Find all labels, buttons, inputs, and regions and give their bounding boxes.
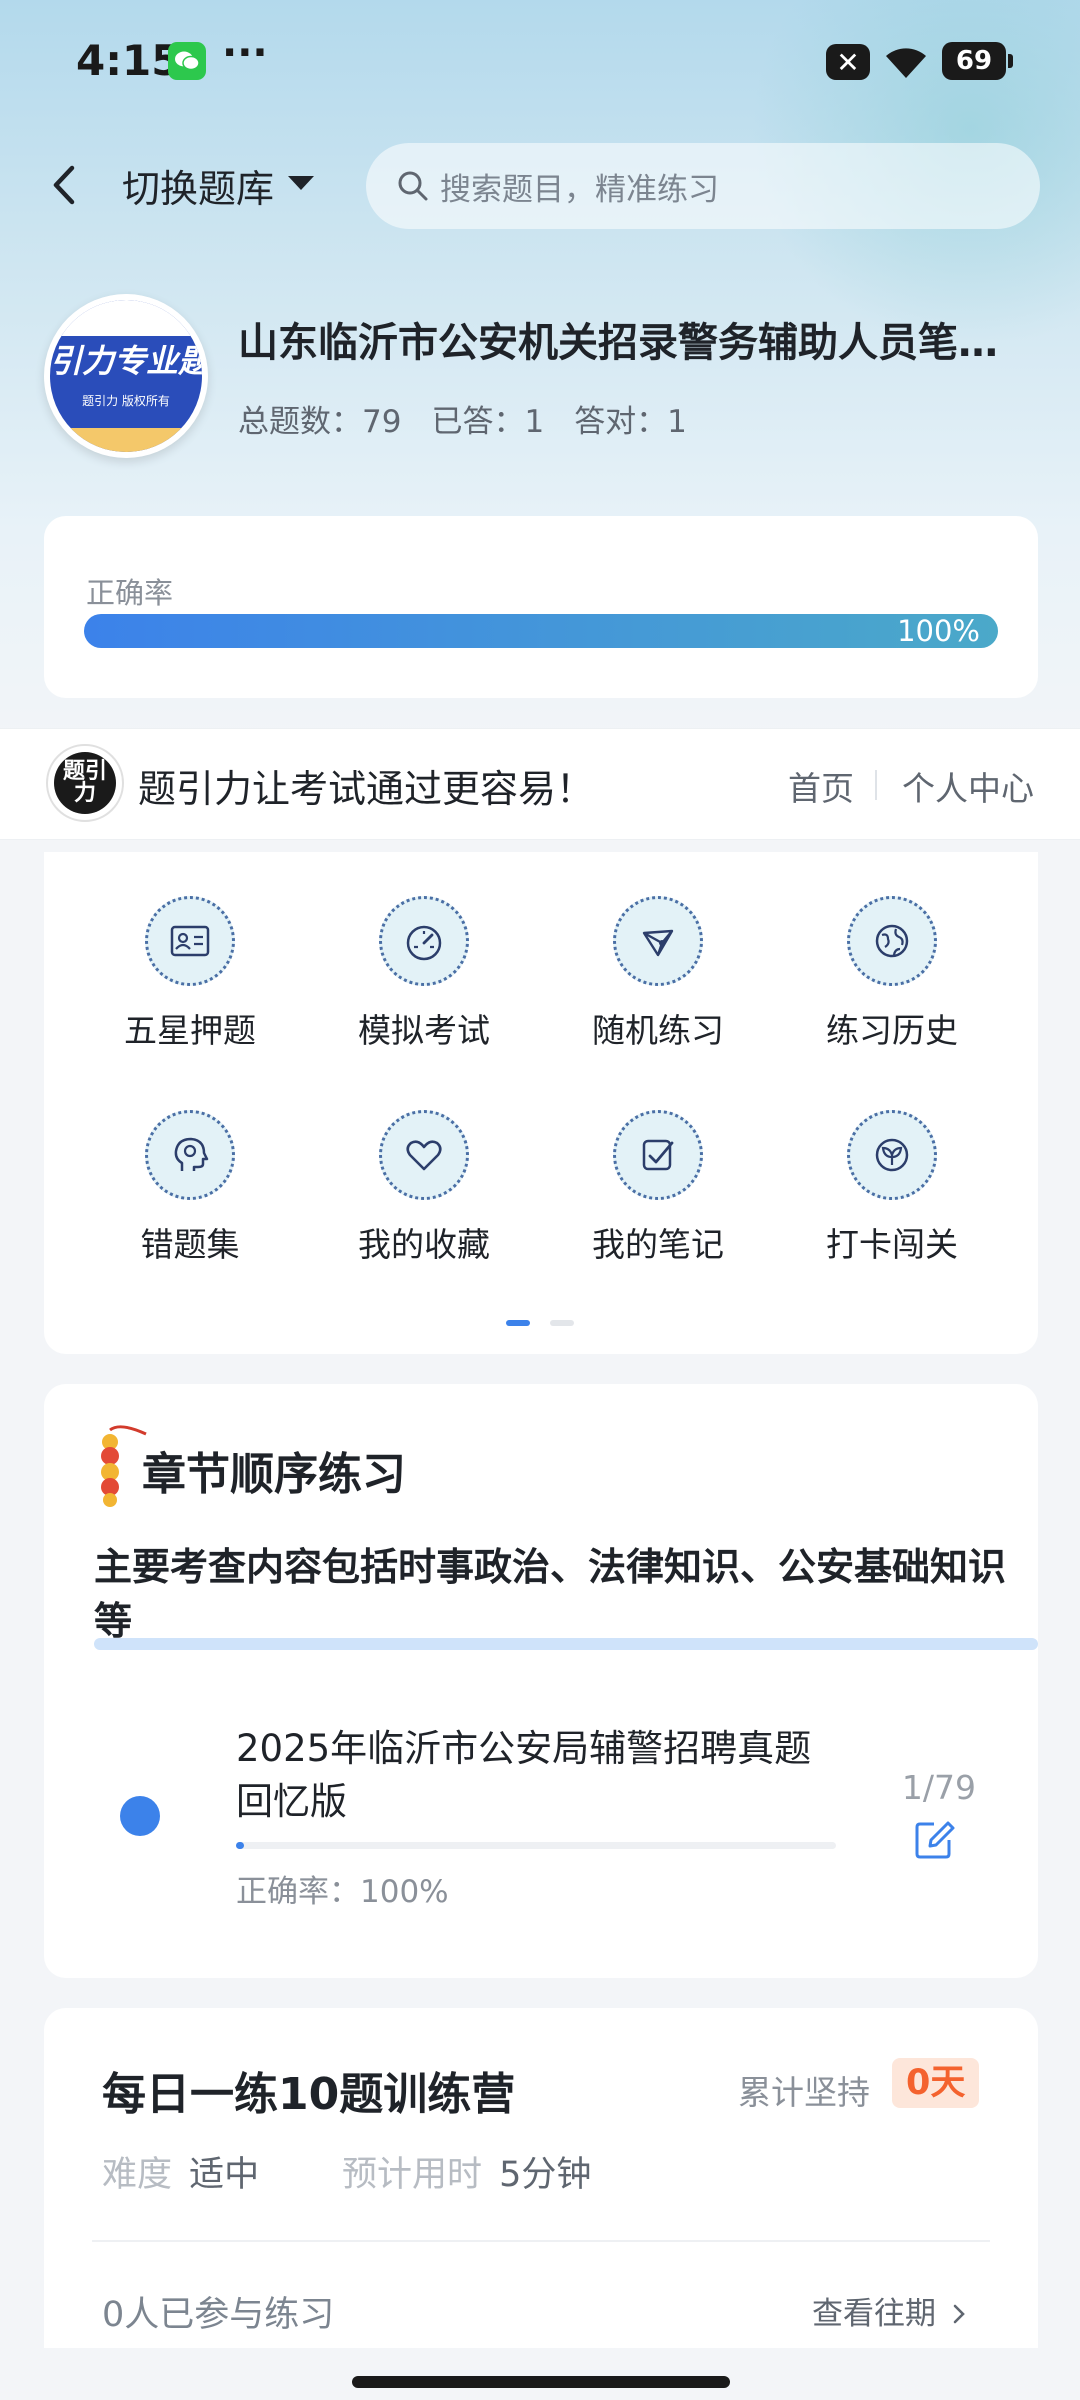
tile-check-in[interactable]: 打卡闯关 [792, 1110, 992, 1266]
difficulty: 难度 适中 [102, 2146, 259, 2197]
chapter-item-progress-fill [236, 1842, 244, 1849]
home-link[interactable]: 首页 [788, 762, 854, 810]
wifi-icon [882, 42, 930, 84]
globe-icon [847, 896, 937, 986]
tile-practice-history[interactable]: 练习历史 [792, 896, 992, 1052]
pager-dot-active[interactable] [506, 1320, 530, 1326]
answered-count: 已答：1 [431, 404, 545, 440]
caret-down-icon[interactable] [288, 176, 314, 190]
time-label: 预计用时 [342, 2155, 483, 2195]
network-icon [613, 896, 703, 986]
tile-label: 我的收藏 [358, 1225, 490, 1264]
tile-label: 随机练习 [592, 1011, 724, 1050]
tile-label: 错题集 [140, 1225, 240, 1264]
pager-dot[interactable] [550, 1320, 574, 1326]
tile-five-star[interactable]: 五星押题 [90, 896, 290, 1052]
streak-badge: 0天 [892, 2058, 980, 2108]
accuracy-value: 100% [897, 614, 980, 648]
note-check-icon [613, 1110, 703, 1200]
search-input[interactable]: 搜索题目，精准练习 [366, 143, 1040, 229]
tile-label: 五星押题 [124, 1011, 256, 1050]
time-value: 5分钟 [499, 2155, 592, 2195]
tile-favorites[interactable]: 我的收藏 [324, 1110, 524, 1266]
tile-label: 练习历史 [826, 1011, 958, 1050]
speedometer-icon [379, 896, 469, 986]
firecracker-icon [90, 1420, 150, 1514]
tile-label: 我的笔记 [592, 1225, 724, 1264]
more-notifications-icon: ··· [222, 30, 268, 76]
brand-logo: 题引力 [46, 744, 124, 822]
estimated-time: 预计用时 5分钟 [342, 2146, 591, 2197]
heart-icon [379, 1110, 469, 1200]
tile-random-practice[interactable]: 随机练习 [558, 896, 758, 1052]
tile-notes[interactable]: 我的笔记 [558, 1110, 758, 1266]
chevron-left-icon [53, 165, 75, 205]
daily-title: 每日一练10题训练营 [102, 2069, 516, 2120]
search-placeholder: 搜索题目，精准练习 [440, 171, 719, 208]
battery-icon: 69 [942, 42, 1013, 80]
view-history-link[interactable]: 查看往期 [812, 2288, 968, 2333]
id-card-icon [145, 896, 235, 986]
difficulty-label: 难度 [102, 2155, 173, 2195]
status-time: 4:15 [76, 36, 181, 85]
book-stats: 总题数：79 已答：1 答对：1 [238, 396, 687, 441]
tile-mock-exam[interactable]: 模拟考试 [324, 896, 524, 1052]
book-cover: 引力专业题 题引力 版权所有 [44, 294, 208, 458]
tile-wrong-answers[interactable]: 错题集 [90, 1110, 290, 1266]
x-app-icon: ✕ [826, 44, 870, 80]
profile-link[interactable]: 个人中心 [902, 762, 1034, 810]
chapter-item-progress-track [236, 1842, 836, 1849]
switch-bank-button[interactable]: 切换题库 [122, 158, 274, 213]
back-button[interactable] [44, 160, 84, 210]
wechat-icon [168, 42, 206, 80]
sprout-icon [847, 1110, 937, 1200]
brand-logo-text: 题引力 [54, 752, 116, 814]
chapter-description: 主要考查内容包括时事政治、法律知识、公安基础知识等 [94, 1545, 1007, 1643]
chapter-item-title[interactable]: 2025年临沂市公安局辅警招聘真题回忆版 [236, 1722, 836, 1828]
banner-slogan: 题引力让考试通过更容易！ [138, 767, 595, 811]
chapter-item-bullet [120, 1796, 160, 1836]
chapter-title: 章节顺序练习 [142, 1449, 406, 1500]
tile-label: 打卡闯关 [826, 1225, 958, 1264]
participants-count: 0人已参与练习 [102, 2295, 335, 2335]
edit-icon[interactable] [912, 1818, 956, 1866]
accuracy-label: 正确率 [86, 576, 174, 610]
divider [92, 2240, 990, 2242]
search-icon [398, 171, 428, 201]
head-icon [145, 1110, 235, 1200]
chapter-item-accuracy: 正确率：100% [236, 1874, 449, 1910]
accuracy-card [44, 516, 1038, 698]
cover-text: 引力专业题 [50, 342, 202, 380]
tile-label: 模拟考试 [358, 1011, 490, 1050]
correct-count: 答对：1 [574, 404, 687, 440]
total-count: 总题数：79 [238, 404, 402, 440]
view-history-label: 查看往期 [812, 2296, 936, 2332]
banner-divider [875, 770, 877, 800]
home-indicator[interactable] [352, 2376, 730, 2388]
chevron-right-icon [953, 2304, 965, 2324]
chapter-item-count: 1/79 [901, 1768, 976, 1807]
streak-label: 累计坚持 [738, 2073, 870, 2112]
difficulty-value: 适中 [189, 2155, 260, 2195]
book-title: 山东临沂市公安机关招录警务辅助人员笔试真题 [238, 320, 1008, 366]
cover-small-text: 题引力 版权所有 [82, 394, 170, 408]
